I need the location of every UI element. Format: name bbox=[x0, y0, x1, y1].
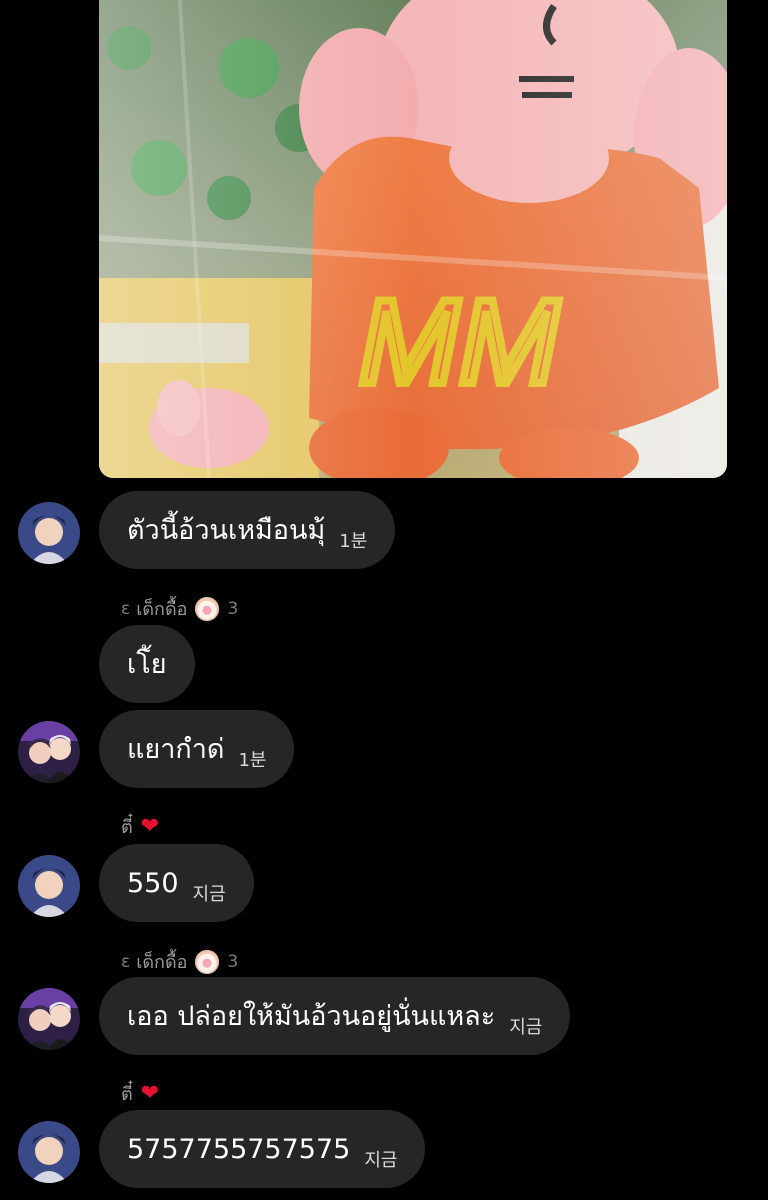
message-bubble[interactable]: ตัวนี้อ้วนเหมือนมุ้ 1분 bbox=[99, 491, 396, 569]
message-time: 1분 bbox=[339, 531, 368, 552]
message-text: แยากำด่ bbox=[127, 733, 225, 765]
fishcake-icon bbox=[195, 596, 220, 621]
sender-name: เด็กดื้อ bbox=[136, 952, 188, 973]
label-suffix: 3 bbox=[227, 951, 239, 972]
sender-label: ตี๋ ❤ bbox=[121, 1079, 159, 1108]
avatar[interactable] bbox=[18, 855, 80, 917]
message-text: เออ ปล่อยให้มันอ้วนอยู่นั่นแหละ bbox=[127, 1000, 496, 1032]
sender-name: เด็กดื้อ bbox=[136, 599, 188, 620]
message-bubble[interactable]: เโ้ย bbox=[99, 625, 195, 703]
message-text: เโ้ย bbox=[127, 648, 167, 680]
message-text: 550 bbox=[127, 867, 179, 899]
heart-icon: ❤ bbox=[140, 813, 160, 839]
fishcake-icon bbox=[195, 949, 220, 974]
heart-icon: ❤ bbox=[140, 1080, 160, 1106]
message-bubble[interactable]: แยากำด่ 1분 bbox=[99, 710, 295, 788]
message-text: 5757755757575 bbox=[127, 1133, 351, 1165]
sender-label: ε เด็กดื้อ 3 bbox=[121, 594, 238, 623]
message-time: 지금 bbox=[509, 1017, 543, 1038]
sender-name: ตี๋ bbox=[121, 817, 133, 838]
label-suffix: 3 bbox=[227, 598, 239, 619]
label-prefix: ε bbox=[121, 951, 131, 972]
sender-name: ตี๋ bbox=[121, 1084, 133, 1105]
shared-photo[interactable]: MM bbox=[99, 0, 727, 478]
plush-toy-photo: MM bbox=[99, 0, 727, 478]
message-text: ตัวนี้อ้วนเหมือนมุ้ bbox=[127, 514, 326, 546]
sender-label: ε เด็กดื้อ 3 bbox=[121, 947, 238, 976]
message-time: 지금 bbox=[192, 884, 226, 905]
avatar[interactable] bbox=[18, 721, 80, 783]
avatar[interactable] bbox=[18, 1121, 80, 1183]
message-time: 지금 bbox=[364, 1150, 398, 1171]
message-bubble[interactable]: เออ ปล่อยให้มันอ้วนอยู่นั่นแหละ 지금 bbox=[99, 977, 571, 1055]
label-prefix: ε bbox=[121, 598, 131, 619]
message-bubble[interactable]: 550 지금 bbox=[99, 844, 254, 922]
avatar[interactable] bbox=[18, 502, 80, 564]
sender-label: ตี๋ ❤ bbox=[121, 812, 159, 841]
message-bubble[interactable]: 5757755757575 지금 bbox=[99, 1110, 426, 1188]
avatar[interactable] bbox=[18, 988, 80, 1050]
message-time: 1분 bbox=[238, 750, 267, 771]
